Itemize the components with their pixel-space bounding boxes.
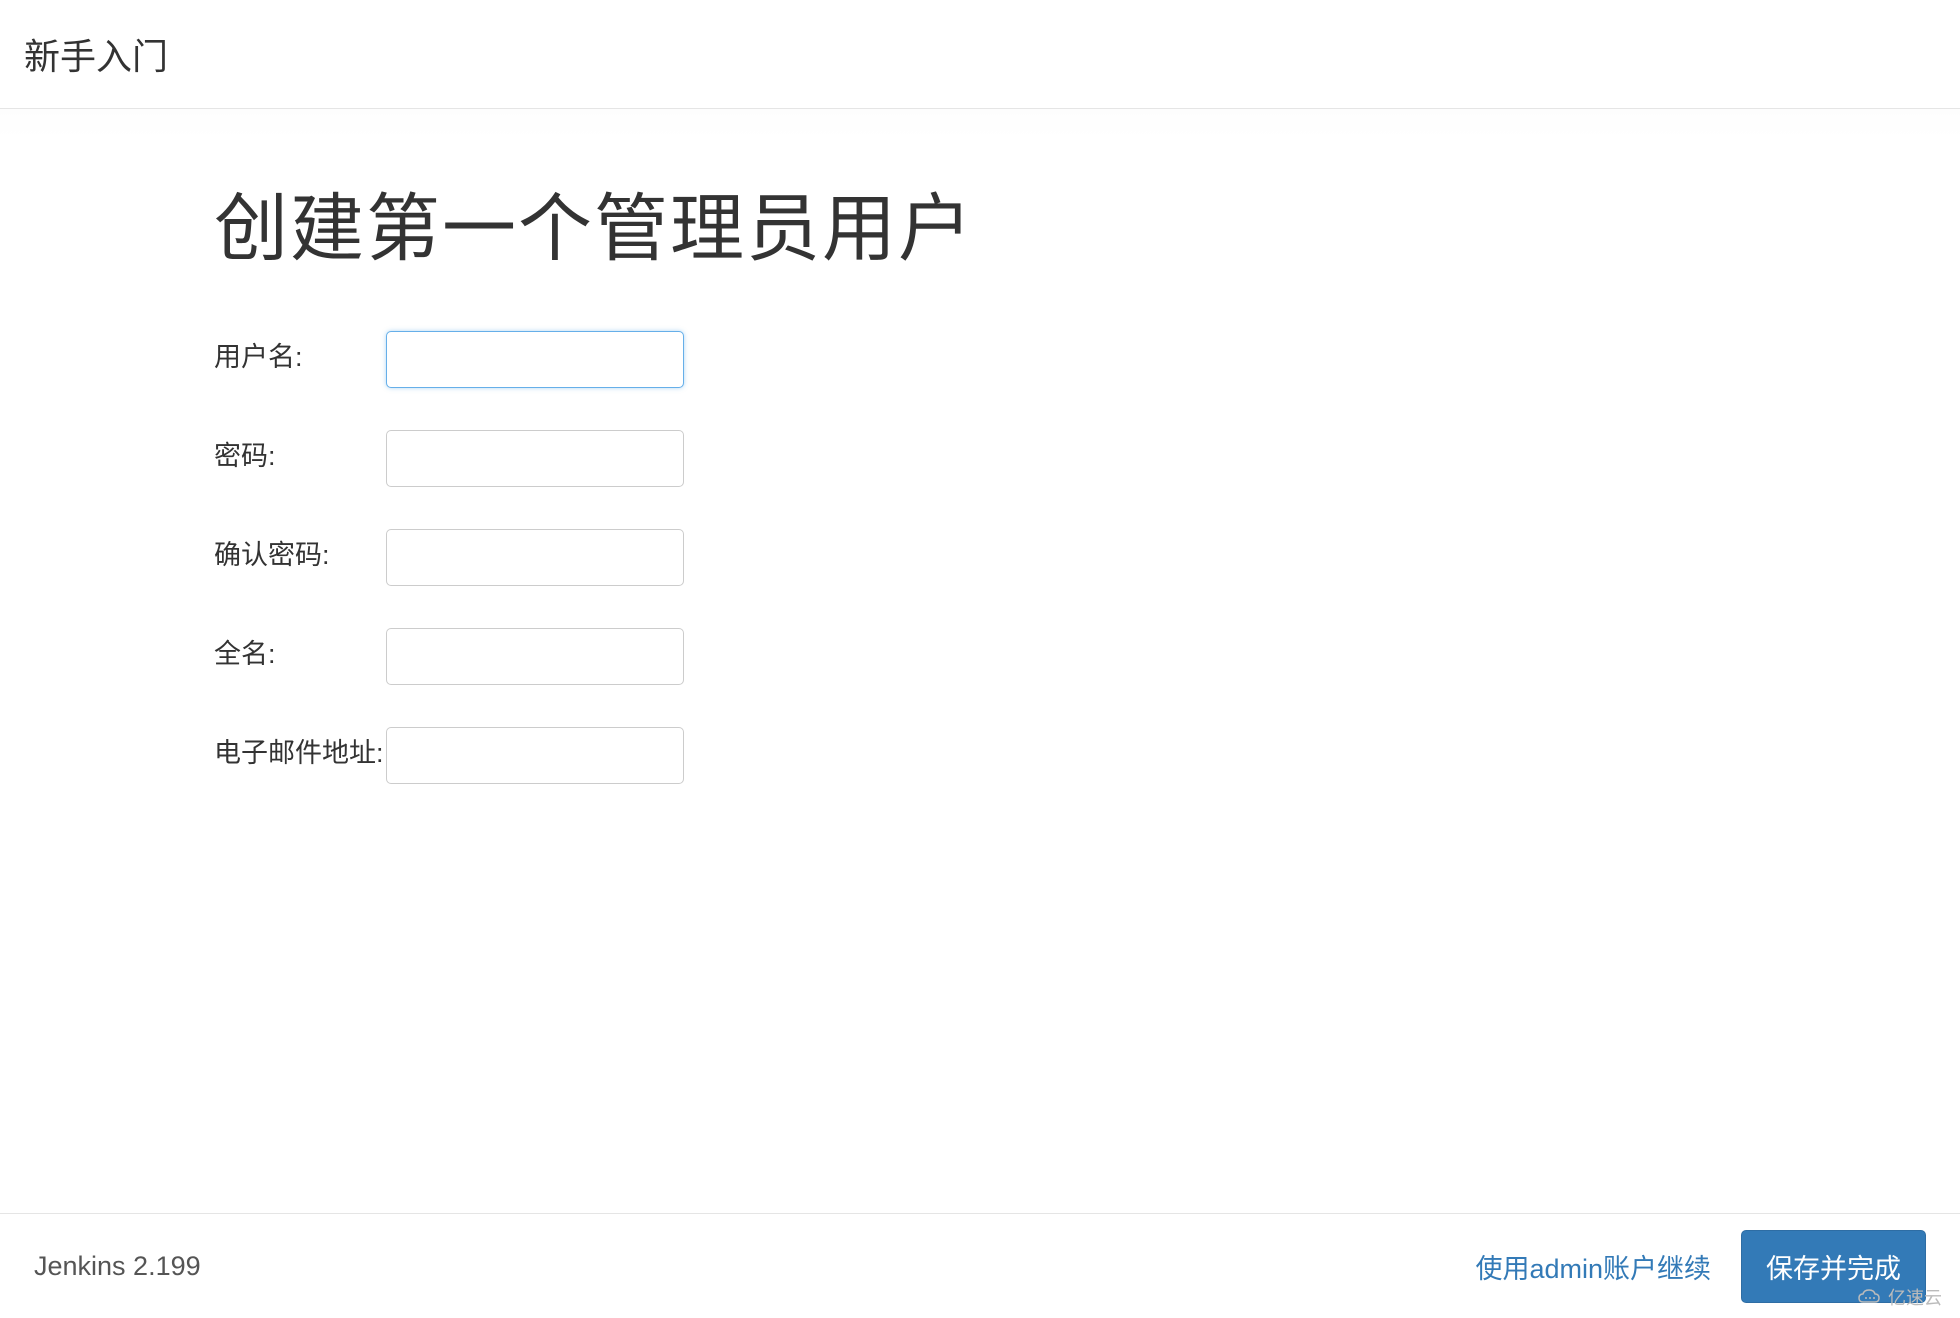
password-input[interactable] [386, 430, 684, 487]
username-label: 用户名: [214, 331, 386, 374]
cloud-icon [1857, 1288, 1883, 1306]
username-input[interactable] [386, 331, 684, 388]
watermark-text: 亿速云 [1888, 1284, 1942, 1310]
email-input[interactable] [386, 727, 684, 784]
confirm-password-input[interactable] [386, 529, 684, 586]
main-content: 创建第一个管理员用户 用户名: 密码: 确认密码: 全名: 电子邮件地址: [0, 109, 1960, 1225]
header: 新手入门 [0, 0, 1960, 109]
form-row-fullname: 全名: [214, 628, 1960, 685]
form-row-confirm-password: 确认密码: [214, 529, 1960, 586]
form-row-email: 电子邮件地址: [214, 727, 1960, 784]
fullname-input[interactable] [386, 628, 684, 685]
version-text: Jenkins 2.199 [34, 1251, 201, 1282]
header-title: 新手入门 [24, 28, 1936, 80]
fullname-label: 全名: [214, 628, 386, 671]
watermark: 亿速云 [1857, 1284, 1942, 1310]
confirm-password-label: 确认密码: [214, 529, 386, 572]
email-label: 电子邮件地址: [214, 727, 386, 770]
form-row-password: 密码: [214, 430, 1960, 487]
password-label: 密码: [214, 430, 386, 473]
continue-as-admin-button[interactable]: 使用admin账户继续 [1475, 1247, 1711, 1286]
form-row-username: 用户名: [214, 331, 1960, 388]
page-heading: 创建第一个管理员用户 [214, 169, 1960, 276]
footer: Jenkins 2.199 使用admin账户继续 保存并完成 [0, 1213, 1960, 1318]
